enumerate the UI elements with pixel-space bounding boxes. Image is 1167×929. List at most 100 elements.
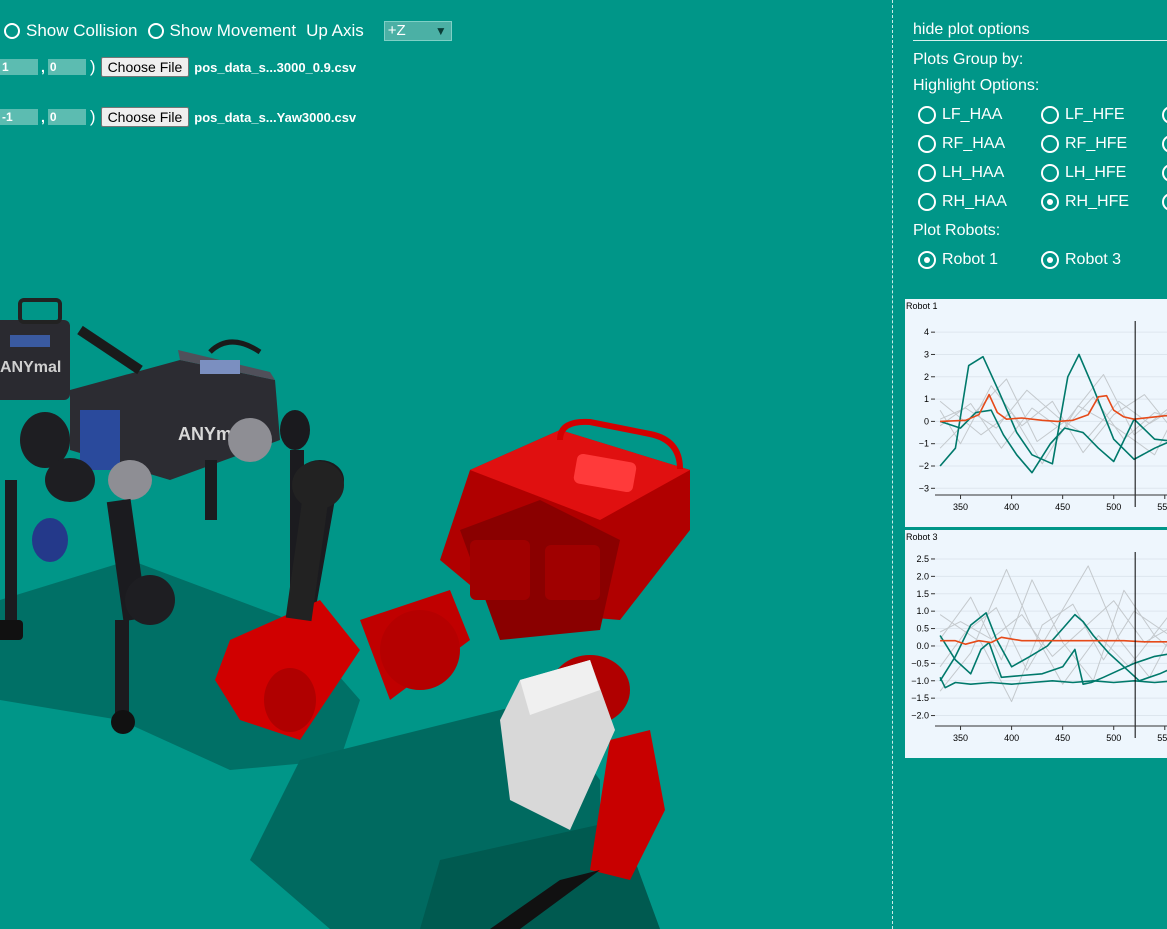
y-tick-label: 0 — [924, 416, 929, 426]
x-tick-label: 350 — [953, 502, 968, 512]
highlight-options-label: Highlight Options: — [913, 77, 1040, 94]
plot-robots-label: Plot Robots: — [913, 222, 1001, 239]
show-movement-radio[interactable] — [147, 23, 164, 39]
y-tick-label: 3 — [924, 349, 929, 359]
robot-1-chart[interactable]: Robot 1 −3 −2 −1 0 1 2 3 4 350 400 450 500 550 — [905, 299, 1167, 527]
plots-group-by-label: Plots Group by: — [913, 51, 1024, 68]
comma-separator: , — [41, 59, 45, 75]
close-paren: ) — [89, 57, 96, 76]
y-tick-label: −3 — [919, 483, 929, 493]
radio-rf-haa[interactable] — [918, 135, 936, 153]
radio-lh-hfe[interactable] — [1041, 164, 1059, 182]
background-series-line — [939, 568, 1167, 692]
series-line — [939, 353, 1167, 467]
3d-viewport[interactable]: ANYmal ANYmal Show Collision Show Moveme… — [0, 0, 892, 929]
radio-partial[interactable] — [1162, 135, 1167, 153]
x-tick-label: 550 — [1157, 502, 1167, 512]
svg-text:ANYmal: ANYmal — [0, 359, 61, 376]
highlight-option[interactable]: LH_HFE — [1041, 164, 1136, 182]
radio-rh-hfe[interactable] — [1041, 193, 1059, 211]
radio-rh-haa[interactable] — [918, 193, 936, 211]
radio-lh-haa[interactable] — [918, 164, 936, 182]
option-label: RF_HFE — [1065, 135, 1128, 152]
chart-title: Robot 3 — [906, 532, 938, 542]
y-tick-label: 0.0 — [916, 641, 929, 651]
highlight-option-partial[interactable] — [1162, 106, 1167, 124]
radio-robot-1[interactable] — [918, 251, 936, 269]
highlight-option[interactable]: LF_HFE — [1041, 106, 1135, 124]
up-axis-select[interactable]: +Z ▼ — [383, 21, 452, 41]
robot-3-plot[interactable]: Robot 3 −2.0 −1.5 −1.0 −0.5 0.0 0.5 1.0 1.5 2.0 2.… — [905, 530, 1167, 758]
robot-label: Robot 1 — [942, 251, 999, 268]
x-tick-label: 350 — [953, 733, 968, 743]
hide-plot-options-link[interactable]: hide plot options — [913, 21, 1167, 41]
highlight-option-partial[interactable] — [1162, 164, 1167, 182]
robot-3-chart[interactable]: Robot 3 −2.0 −1.5 −1.0 −0.5 0.0 0.5 1.0 1.5 2.0 2.… — [905, 530, 1167, 758]
option-label: LF_HAA — [942, 106, 1003, 123]
radio-partial[interactable] — [1162, 164, 1167, 182]
offset-x-input[interactable]: -1 — [0, 109, 38, 125]
y-tick-label: 2.0 — [916, 571, 929, 581]
highlight-option[interactable]: LH_HAA — [918, 164, 1014, 182]
option-label: RF_HAA — [942, 135, 1006, 152]
y-tick-label: 1.0 — [916, 606, 929, 616]
option-label: RH_HFE — [1065, 193, 1130, 210]
up-axis-label: Up Axis — [306, 21, 364, 40]
series-line — [939, 635, 1167, 685]
file-row-1: 1 , 0 ) Choose File pos_data_s...3000_0.… — [0, 56, 356, 78]
x-tick-label: 450 — [1055, 733, 1070, 743]
up-axis-value: +Z — [387, 22, 406, 39]
radio-rf-hfe[interactable] — [1041, 135, 1059, 153]
plot-options-panel: hide plot options Plots Group by: Highli… — [893, 0, 1167, 929]
radio-lf-haa[interactable] — [918, 106, 936, 124]
x-tick-label: 500 — [1106, 502, 1121, 512]
x-tick-label: 500 — [1106, 733, 1121, 743]
y-tick-label: −0.5 — [911, 658, 929, 668]
offset-y-input[interactable]: 0 — [47, 109, 86, 125]
radio-lf-hfe[interactable] — [1041, 106, 1059, 124]
option-label: LH_HAA — [942, 164, 1005, 181]
y-tick-label: −1 — [919, 439, 929, 449]
show-movement-label: Show Movement — [169, 21, 297, 40]
close-paren: ) — [89, 107, 96, 126]
option-label: LH_HFE — [1065, 164, 1127, 181]
offset-y-input[interactable]: 0 — [47, 59, 86, 75]
show-collision-label: Show Collision — [26, 21, 138, 40]
option-label: RH_HAA — [942, 193, 1007, 210]
y-tick-label: 2.5 — [916, 554, 929, 564]
radio-partial[interactable] — [1162, 193, 1167, 211]
background-series-line — [939, 603, 1167, 703]
highlight-option-partial[interactable] — [1162, 135, 1167, 153]
radio-partial[interactable] — [1162, 106, 1167, 124]
y-tick-label: 1 — [924, 394, 929, 404]
highlight-option[interactable]: LF_HAA — [918, 106, 1012, 124]
choose-file-button[interactable]: Choose File — [100, 107, 190, 127]
y-tick-label: 4 — [924, 327, 929, 337]
file-name: pos_data_s...Yaw3000.csv — [194, 109, 357, 125]
highlight-option[interactable]: RH_HAA — [918, 193, 1017, 211]
y-tick-label: −2.0 — [911, 711, 929, 721]
highlight-option[interactable]: RH_HFE — [1041, 193, 1139, 211]
x-tick-label: 400 — [1004, 502, 1019, 512]
robot-label: Robot 3 — [1065, 251, 1122, 268]
y-tick-label: −2 — [919, 461, 929, 471]
robot-1-plot[interactable]: Robot 1 −3 −2 −1 0 1 2 3 4 350 400 450 500 550 — [905, 299, 1167, 527]
highlight-option[interactable]: RF_HAA — [918, 135, 1015, 153]
chevron-down-icon: ▼ — [434, 24, 447, 38]
radio-robot-3[interactable] — [1041, 251, 1059, 269]
robot-option[interactable]: Robot 1 — [918, 251, 1008, 269]
y-tick-label: −1.0 — [911, 676, 929, 686]
comma-separator: , — [41, 109, 45, 125]
y-tick-label: 0.5 — [916, 624, 929, 634]
robot-option[interactable]: Robot 3 — [1041, 251, 1131, 269]
highlight-option-partial[interactable] — [1162, 193, 1167, 211]
choose-file-button[interactable]: Choose File — [100, 57, 190, 77]
show-collision-radio[interactable] — [4, 23, 20, 39]
file-name: pos_data_s...3000_0.9.csv — [194, 59, 357, 75]
option-label: LF_HFE — [1065, 106, 1125, 123]
x-tick-label: 450 — [1055, 502, 1070, 512]
highlight-option[interactable]: RF_HFE — [1041, 135, 1137, 153]
x-tick-label: 550 — [1157, 733, 1167, 743]
offset-x-input[interactable]: 1 — [0, 59, 38, 75]
toolbar-row: Show Collision Show Movement Up Axis +Z ▼ — [4, 20, 452, 42]
